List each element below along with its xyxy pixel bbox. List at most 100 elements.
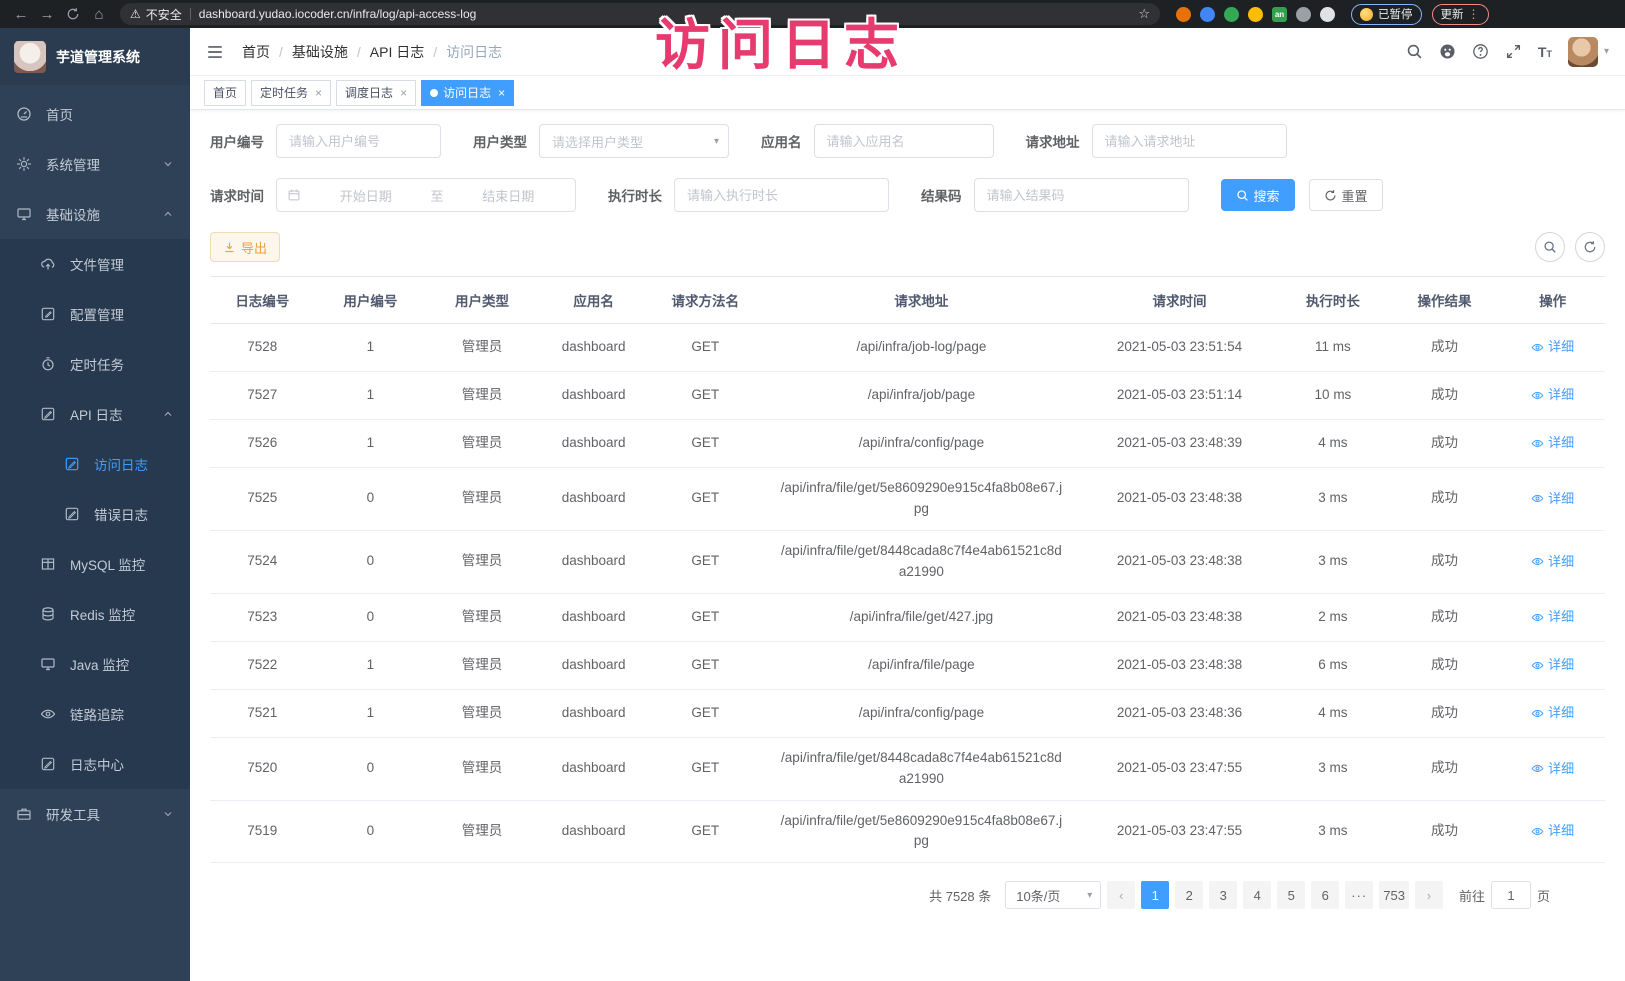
close-icon[interactable]: × <box>315 86 322 100</box>
sidebar-item-access-log[interactable]: 访问日志 <box>0 439 190 489</box>
table-cell: 成功 <box>1389 327 1501 368</box>
help-icon[interactable] <box>1472 43 1489 60</box>
table-cell: 2021-05-03 23:47:55 <box>1082 811 1277 852</box>
sidebar-item-trace[interactable]: 链路追踪 <box>0 689 190 739</box>
sidebar-item-home[interactable]: 首页 <box>0 89 190 139</box>
breadcrumb-api-log[interactable]: API 日志 <box>370 42 424 62</box>
extension-grid-icon[interactable] <box>1248 7 1263 22</box>
chevron-up-icon <box>162 408 174 420</box>
page-button-3[interactable]: 3 <box>1209 881 1237 909</box>
app-name-input[interactable] <box>814 124 994 158</box>
cloud-icon <box>40 256 56 272</box>
app-logo[interactable]: 芋道管理系统 <box>0 28 190 85</box>
extensions-puzzle-icon[interactable] <box>1320 7 1335 22</box>
sidebar-item-file[interactable]: 文件管理 <box>0 239 190 289</box>
browser-update-button[interactable]: 更新 ⋮ <box>1432 4 1489 25</box>
back-icon[interactable]: ← <box>8 3 34 25</box>
detail-link[interactable]: 详细 <box>1531 552 1574 572</box>
detail-link[interactable]: 详细 <box>1531 385 1574 405</box>
user-type-select[interactable]: 请选择用户类型 ▾ <box>539 124 729 158</box>
table-cell: 0 <box>315 541 427 582</box>
forward-icon[interactable]: → <box>34 3 60 25</box>
page-size-select[interactable]: 10条/页 ▾ <box>1005 881 1101 909</box>
bookmark-star-icon[interactable]: ☆ <box>1138 6 1150 22</box>
close-icon[interactable]: × <box>498 86 505 100</box>
reload-icon[interactable] <box>60 3 86 25</box>
sidebar-item-config[interactable]: 配置管理 <box>0 289 190 339</box>
table-cell: 3 ms <box>1277 478 1389 519</box>
font-size-icon[interactable]: TT <box>1538 44 1552 60</box>
extension-orange-icon[interactable] <box>1176 7 1191 22</box>
refresh-table-button[interactable] <box>1575 232 1605 262</box>
caret-down-icon: ▾ <box>1087 890 1092 901</box>
prev-page-button[interactable]: ‹ <box>1107 881 1135 909</box>
detail-link[interactable]: 详细 <box>1531 433 1574 453</box>
table-cell: 7519 <box>210 811 315 852</box>
tab-job[interactable]: 定时任务× <box>251 80 331 106</box>
table-cell: 3 ms <box>1277 811 1389 852</box>
sidebar-item-dev-tools[interactable]: 研发工具 <box>0 789 190 839</box>
sidebar-item-log-center[interactable]: 日志中心 <box>0 739 190 789</box>
duration-input[interactable] <box>674 178 889 212</box>
detail-link[interactable]: 详细 <box>1531 337 1574 357</box>
extension-green-check-icon[interactable] <box>1224 7 1239 22</box>
search-icon[interactable] <box>1406 43 1423 60</box>
pager-more-icon[interactable]: ··· <box>1345 881 1373 909</box>
detail-link[interactable]: 详细 <box>1531 821 1574 841</box>
search-button[interactable]: 搜索 <box>1221 179 1295 211</box>
close-icon[interactable]: × <box>400 86 407 100</box>
page-button-1[interactable]: 1 <box>1141 881 1169 909</box>
tab-access-log[interactable]: 访问日志× <box>421 80 514 106</box>
sidebar-item-redis[interactable]: Redis 监控 <box>0 589 190 639</box>
sidebar-item-job[interactable]: 定时任务 <box>0 339 190 389</box>
extension-shield-icon[interactable] <box>1200 7 1215 22</box>
detail-link[interactable]: 详细 <box>1531 489 1574 509</box>
table-cell: 7527 <box>210 375 315 416</box>
browser-menu-icon[interactable]: ⋮ <box>1468 7 1480 21</box>
table-cell: dashboard <box>538 645 650 686</box>
page-button-2[interactable]: 2 <box>1175 881 1203 909</box>
user-id-input[interactable] <box>276 124 441 158</box>
table-cell: /api/infra/config/page <box>761 423 1082 464</box>
sidebar-item-java[interactable]: Java 监控 <box>0 639 190 689</box>
sidebar-item-system[interactable]: 系统管理 <box>0 139 190 189</box>
monitor-icon <box>40 656 56 672</box>
request-url-input[interactable] <box>1092 124 1287 158</box>
detail-link[interactable]: 详细 <box>1531 703 1574 723</box>
export-button[interactable]: 导出 <box>210 232 280 262</box>
detail-link[interactable]: 详细 <box>1531 759 1574 779</box>
detail-link[interactable]: 详细 <box>1531 607 1574 627</box>
sidebar-item-infra[interactable]: 基础设施 <box>0 189 190 239</box>
page-button-5[interactable]: 5 <box>1277 881 1305 909</box>
jump-page-input[interactable] <box>1491 881 1531 909</box>
github-icon[interactable] <box>1439 43 1456 60</box>
toggle-search-button[interactable] <box>1535 232 1565 262</box>
tab-home[interactable]: 首页 <box>204 80 246 106</box>
breadcrumb-separator: / <box>279 44 283 60</box>
result-code-input[interactable] <box>974 178 1189 212</box>
page-button-4[interactable]: 4 <box>1243 881 1271 909</box>
sidebar-item-mysql[interactable]: MySQL 监控 <box>0 539 190 589</box>
next-page-button[interactable]: › <box>1415 881 1443 909</box>
page-button-6[interactable]: 6 <box>1311 881 1339 909</box>
breadcrumb-home[interactable]: 首页 <box>242 42 270 62</box>
fullscreen-icon[interactable] <box>1505 43 1522 60</box>
table-cell: 管理员 <box>426 478 538 519</box>
tab-job-log[interactable]: 调度日志× <box>336 80 416 106</box>
breadcrumb-infra[interactable]: 基础设施 <box>292 42 348 62</box>
home-icon[interactable]: ⌂ <box>86 3 112 25</box>
sidebar-item-error-log[interactable]: 错误日志 <box>0 489 190 539</box>
extension-translate-icon[interactable]: an <box>1272 7 1287 22</box>
security-warning[interactable]: ⚠ 不安全 <box>130 6 182 23</box>
reset-button[interactable]: 重置 <box>1309 179 1383 211</box>
sidebar-item-api-log[interactable]: API 日志 <box>0 389 190 439</box>
user-menu[interactable]: ▾ <box>1568 37 1609 67</box>
detail-link[interactable]: 详细 <box>1531 655 1574 675</box>
page-button-753[interactable]: 753 <box>1379 881 1409 909</box>
address-bar[interactable]: ⚠ 不安全 dashboard.yudao.iocoder.cn/infra/l… <box>120 3 1160 25</box>
extension-gray-icon[interactable] <box>1296 7 1311 22</box>
hamburger-icon[interactable] <box>206 43 224 61</box>
table-cell: /api/infra/file/get/427.jpg <box>761 597 1082 638</box>
date-range-picker[interactable]: 开始日期 至 结束日期 <box>276 178 576 212</box>
profile-chip[interactable]: 已暂停 <box>1351 4 1422 25</box>
